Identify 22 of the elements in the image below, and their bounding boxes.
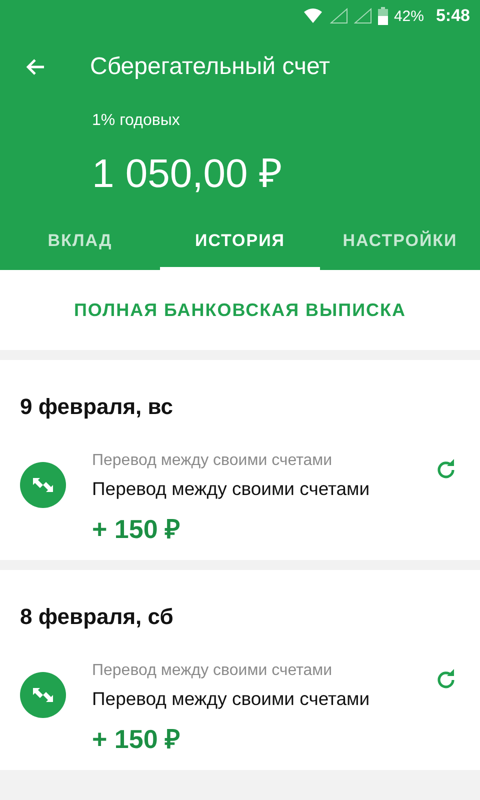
- battery-icon: [378, 7, 388, 25]
- interest-rate: 1% годовых: [92, 112, 181, 130]
- transaction-amount: + 150 ₽: [92, 513, 182, 546]
- date-heading: 8 февраля, сб: [19, 603, 174, 631]
- date-heading: 9 февраля, вс: [19, 393, 174, 421]
- transaction-category: Перевод между своими счетами: [92, 452, 334, 470]
- transaction-category: Перевод между своими счетами: [92, 662, 334, 680]
- account-title: Сберегательный счет: [90, 53, 330, 81]
- account-balance: 1 050,00 ₽: [92, 151, 283, 194]
- transaction-amount: + 150 ₽: [92, 723, 182, 756]
- wifi-icon: [304, 8, 324, 24]
- statement-link[interactable]: ПОЛНАЯ БАНКОВСКАЯ ВЫПИСКА: [74, 300, 406, 320]
- transaction-description: Перевод между своими счетами: [92, 478, 371, 500]
- signal-icon: [354, 8, 372, 24]
- transfer-icon: [20, 672, 66, 718]
- signal-icon: [330, 8, 348, 24]
- tab[interactable]: НАСТРОЙКИ: [320, 214, 480, 270]
- transfer-icon: [20, 462, 66, 508]
- clock: 5:48: [436, 6, 470, 26]
- transaction-description: Перевод между своими счетами: [92, 688, 371, 710]
- battery-percentage: 42%: [394, 8, 424, 24]
- tab[interactable]: ВКЛАД: [0, 214, 160, 270]
